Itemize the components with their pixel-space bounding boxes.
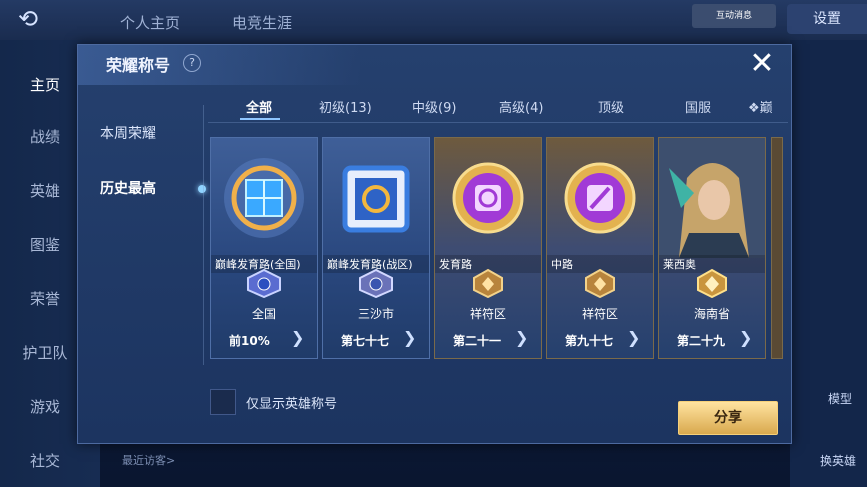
gold-rank-emblem-icon [692, 268, 732, 299]
filter-tab-peak[interactable]: ❖巅 [748, 97, 773, 116]
tabs-divider [208, 122, 788, 123]
chevron-right-icon[interactable]: ❯ [515, 328, 528, 347]
settings-button[interactable]: 设置 [787, 4, 867, 34]
title-card[interactable]: 中路 祥符区 第九十七 ❯ [546, 137, 654, 359]
filter-tab-middle[interactable]: 中级(9) [412, 97, 456, 116]
chevron-right-icon[interactable]: ❯ [291, 328, 304, 347]
side-tab-weekly[interactable]: 本周荣耀 [100, 123, 220, 143]
model-label[interactable]: 模型 [828, 390, 852, 407]
help-icon[interactable]: ? [183, 54, 201, 72]
filter-tab-junior[interactable]: 初级(13) [319, 97, 372, 116]
title-card[interactable]: 发育路 祥符区 第二十一 ❯ [434, 137, 542, 359]
filter-tab-senior[interactable]: 高级(4) [499, 97, 543, 116]
nav-item-social[interactable]: 社交 [0, 450, 90, 471]
blue-cube-emblem-icon [211, 138, 317, 258]
title-card[interactable]: 巅峰发育路(战区) 三沙市 第七十七 ❯ [322, 137, 430, 359]
card-region: 祥符区 [469, 307, 506, 321]
share-button[interactable]: 分享 [678, 401, 778, 435]
card-rank: 第二十九 [677, 334, 726, 348]
gold-rank-emblem-icon [580, 268, 620, 299]
side-divider [203, 105, 204, 365]
hero-portrait-icon [659, 138, 765, 258]
card-rank: 第九十七 [565, 334, 614, 348]
filter-tab-top[interactable]: 顶级 [598, 97, 624, 116]
filter-tab-national[interactable]: 国服 [685, 97, 711, 116]
title-card[interactable]: 巅峰发育路(全国) 全国 前10% ❯ [210, 137, 318, 359]
active-tab-underline [240, 118, 280, 120]
recent-visitors[interactable]: 最近访客> [122, 452, 175, 468]
tab-esports-career[interactable]: 电竞生涯 [232, 12, 292, 33]
card-region: 三沙市 [357, 307, 394, 321]
card-title-name: 中路 [551, 258, 573, 271]
filter-tab-peak-label: 巅 [759, 101, 773, 116]
dialog-title: 荣耀称号 [106, 56, 171, 75]
purple-mid-emblem-icon [547, 138, 653, 258]
card-rank: 第七十七 [341, 334, 390, 348]
chevron-right-icon[interactable]: ❯ [403, 328, 416, 347]
diamond-icon: ❖ [748, 101, 760, 116]
card-region: 海南省 [693, 307, 730, 321]
switch-hero-label[interactable]: 换英雄 [820, 452, 856, 469]
honor-title-dialog: 荣耀称号 ? ✕ 本周荣耀 历史最高 全部 初级(13) 中级(9) 高级(4)… [77, 44, 792, 444]
card-rank: 前10% [229, 334, 270, 348]
hero-only-label[interactable]: 仅显示英雄称号 [246, 393, 337, 412]
top-bar: ⟲ 个人主页 电竞生涯 互动消息 设置 [0, 0, 867, 40]
chevron-right-icon[interactable]: ❯ [739, 328, 752, 347]
close-icon[interactable]: ✕ [747, 49, 777, 79]
gold-rank-emblem-icon [468, 268, 508, 299]
chevron-right-icon[interactable]: ❯ [627, 328, 640, 347]
purple-lane-emblem-icon [435, 138, 541, 258]
notification-badge[interactable]: 互动消息 [692, 4, 776, 28]
card-region: 祥符区 [581, 307, 618, 321]
silver-rank-emblem-icon [356, 268, 396, 299]
back-arrow-icon[interactable]: ⟲ [18, 7, 72, 31]
active-marker-icon [198, 185, 206, 193]
right-bar: 模型 换英雄 [790, 40, 867, 487]
next-card-partial[interactable] [771, 137, 783, 359]
silver-rank-emblem-icon [244, 268, 284, 299]
card-region: 全国 [251, 307, 276, 321]
hero-only-checkbox[interactable] [210, 389, 236, 415]
card-rank: 第二十一 [453, 334, 502, 348]
filter-tab-all[interactable]: 全部 [246, 97, 272, 116]
title-card[interactable]: 莱西奥 海南省 第二十九 ❯ [658, 137, 766, 359]
blue-square-emblem-icon [323, 138, 429, 258]
tab-profile[interactable]: 个人主页 [120, 12, 180, 33]
